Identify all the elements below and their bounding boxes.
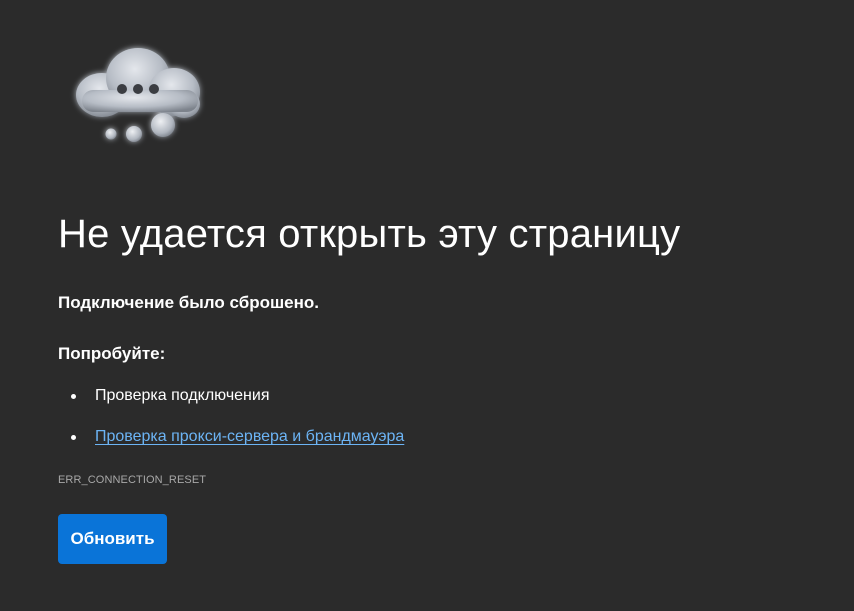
list-item: Проверка прокси-сервера и брандмауэра — [58, 425, 404, 466]
list-item: Проверка подключения — [58, 384, 404, 425]
refresh-button[interactable]: Обновить — [58, 514, 167, 564]
cloud-thinking-icon — [76, 48, 200, 142]
bullet-icon — [71, 435, 76, 440]
bullet-icon — [71, 394, 76, 399]
check-connection-text: Проверка подключения — [95, 387, 270, 404]
error-code: ERR_CONNECTION_RESET — [58, 474, 207, 486]
try-heading: Попробуйте: — [58, 344, 166, 363]
suggestions-list: Проверка подключения Проверка прокси-сер… — [58, 384, 404, 466]
error-page: Не удается открыть эту страницу Подключе… — [0, 0, 854, 611]
page-title: Не удается открыть эту страницу — [58, 212, 681, 256]
check-proxy-firewall-link[interactable]: Проверка прокси-сервера и брандмауэра — [95, 428, 404, 445]
error-description: Подключение было сброшено. — [58, 293, 319, 312]
